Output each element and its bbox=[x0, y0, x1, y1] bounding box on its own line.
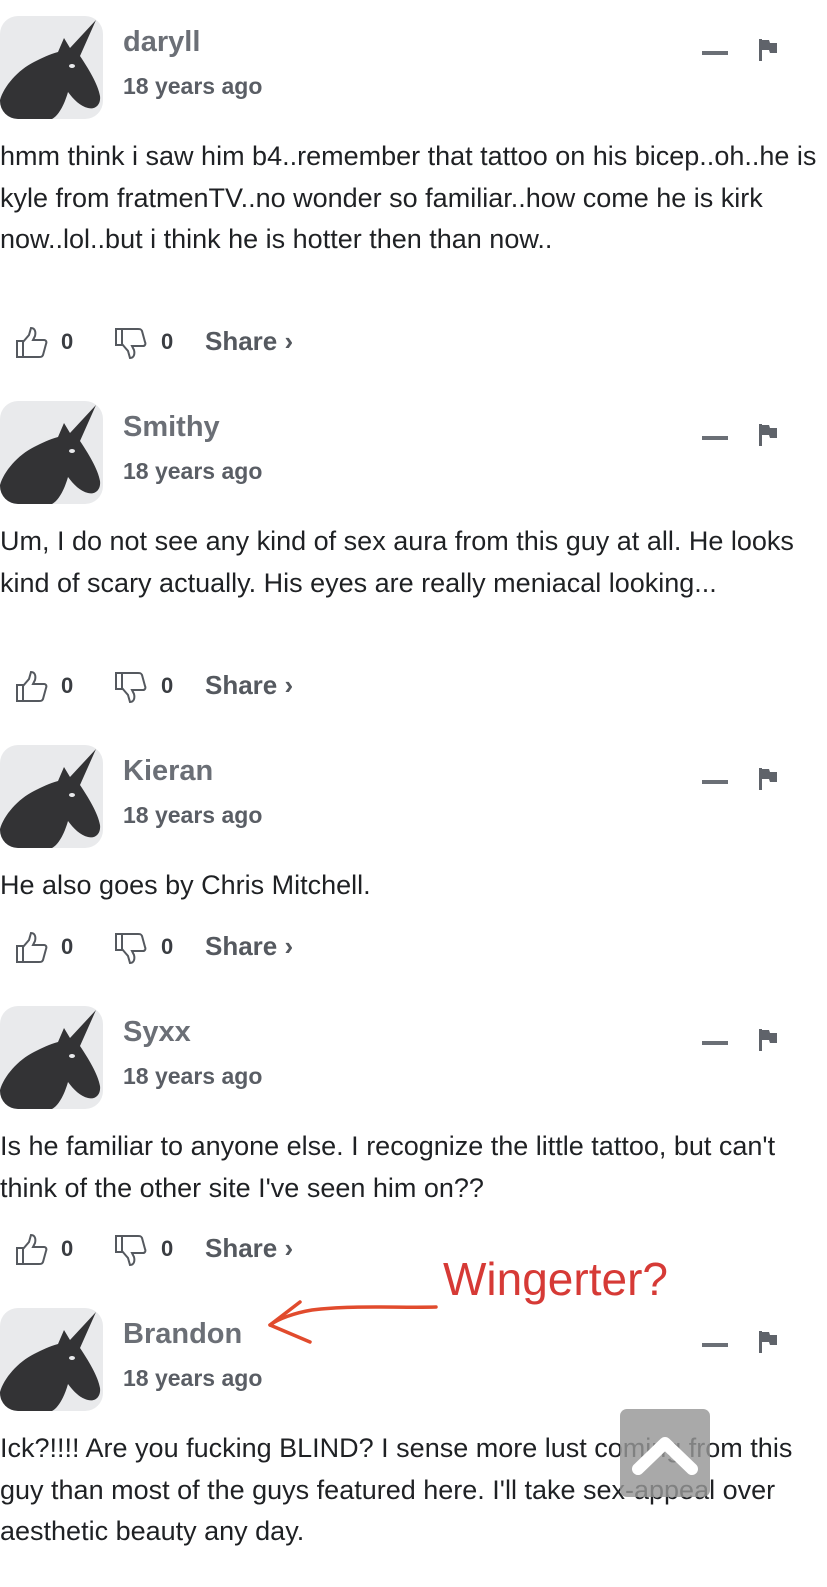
dislike-button[interactable]: 0 bbox=[113, 1229, 183, 1269]
comment-actions: 0 0 Share › bbox=[0, 927, 420, 967]
like-count: 0 bbox=[61, 329, 74, 354]
dislike-count: 0 bbox=[161, 329, 174, 354]
comment-author[interactable]: Kieran bbox=[123, 755, 213, 788]
comment-text: Um, I do not see any kind of sex aura fr… bbox=[0, 526, 794, 598]
dislike-button[interactable]: 0 bbox=[113, 927, 183, 967]
thumbs-up-icon bbox=[16, 670, 48, 702]
thumbs-up-icon bbox=[16, 1233, 48, 1265]
comment-author[interactable]: Syxx bbox=[123, 1016, 191, 1049]
minus-icon[interactable] bbox=[702, 51, 728, 55]
share-link[interactable]: Share › bbox=[205, 1233, 293, 1264]
dislike-count: 0 bbox=[161, 673, 174, 698]
like-button[interactable]: 0 bbox=[14, 927, 84, 967]
unicorn-avatar-icon[interactable] bbox=[0, 1308, 103, 1411]
minus-icon[interactable] bbox=[702, 1343, 728, 1347]
comment-timestamp[interactable]: 18 years ago bbox=[123, 1063, 262, 1090]
dislike-count: 0 bbox=[161, 1236, 174, 1261]
flag-icon[interactable] bbox=[758, 423, 778, 447]
share-link[interactable]: Share › bbox=[205, 931, 293, 962]
comment-text: He also goes by Chris Mitchell. bbox=[0, 870, 371, 900]
comment-timestamp[interactable]: 18 years ago bbox=[123, 458, 262, 485]
like-count: 0 bbox=[61, 673, 74, 698]
unicorn-avatar-icon[interactable] bbox=[0, 16, 103, 119]
comment-timestamp[interactable]: 18 years ago bbox=[123, 73, 262, 100]
comment-author[interactable]: daryll bbox=[123, 26, 200, 59]
minus-icon[interactable] bbox=[702, 1041, 728, 1045]
comment-author[interactable]: Smithy bbox=[123, 411, 220, 444]
thumbs-up-icon bbox=[16, 326, 48, 358]
like-count: 0 bbox=[61, 1236, 74, 1261]
thumbs-down-icon bbox=[115, 328, 147, 360]
comment-author[interactable]: Brandon bbox=[123, 1318, 242, 1351]
comment-text: Is he familiar to anyone else. I recogni… bbox=[0, 1131, 776, 1203]
dislike-count: 0 bbox=[161, 934, 174, 959]
annotation-arrow-icon bbox=[268, 1300, 438, 1344]
comment-actions: 0 0 Share › bbox=[0, 322, 420, 362]
share-link[interactable]: Share › bbox=[205, 326, 293, 357]
unicorn-avatar-icon[interactable] bbox=[0, 745, 103, 848]
flag-icon[interactable] bbox=[758, 1330, 778, 1354]
unicorn-avatar-icon[interactable] bbox=[0, 1006, 103, 1109]
like-count: 0 bbox=[61, 934, 74, 959]
flag-icon[interactable] bbox=[758, 38, 778, 62]
comment-actions: 0 0 Share › bbox=[0, 1229, 420, 1269]
like-button[interactable]: 0 bbox=[14, 666, 84, 706]
comment-actions: 0 0 Share › bbox=[0, 666, 420, 706]
scroll-to-top-button[interactable] bbox=[620, 1409, 710, 1497]
flag-icon[interactable] bbox=[758, 767, 778, 791]
chevron-up-icon bbox=[632, 1437, 698, 1475]
comment-text: hmm think i saw him b4..remember that ta… bbox=[0, 141, 817, 254]
thumbs-down-icon bbox=[115, 672, 147, 704]
minus-icon[interactable] bbox=[702, 436, 728, 440]
share-link[interactable]: Share › bbox=[205, 670, 293, 701]
dislike-button[interactable]: 0 bbox=[113, 666, 183, 706]
unicorn-avatar-icon[interactable] bbox=[0, 401, 103, 504]
comment-timestamp[interactable]: 18 years ago bbox=[123, 1365, 262, 1392]
thumbs-down-icon bbox=[115, 1235, 147, 1267]
minus-icon[interactable] bbox=[702, 780, 728, 784]
thumbs-up-icon bbox=[16, 931, 48, 963]
annotation-label: Wingerter? bbox=[443, 1253, 668, 1305]
like-button[interactable]: 0 bbox=[14, 322, 84, 362]
thumbs-down-icon bbox=[115, 933, 147, 965]
flag-icon[interactable] bbox=[758, 1028, 778, 1052]
like-button[interactable]: 0 bbox=[14, 1229, 84, 1269]
dislike-button[interactable]: 0 bbox=[113, 322, 183, 362]
comment-timestamp[interactable]: 18 years ago bbox=[123, 802, 262, 829]
